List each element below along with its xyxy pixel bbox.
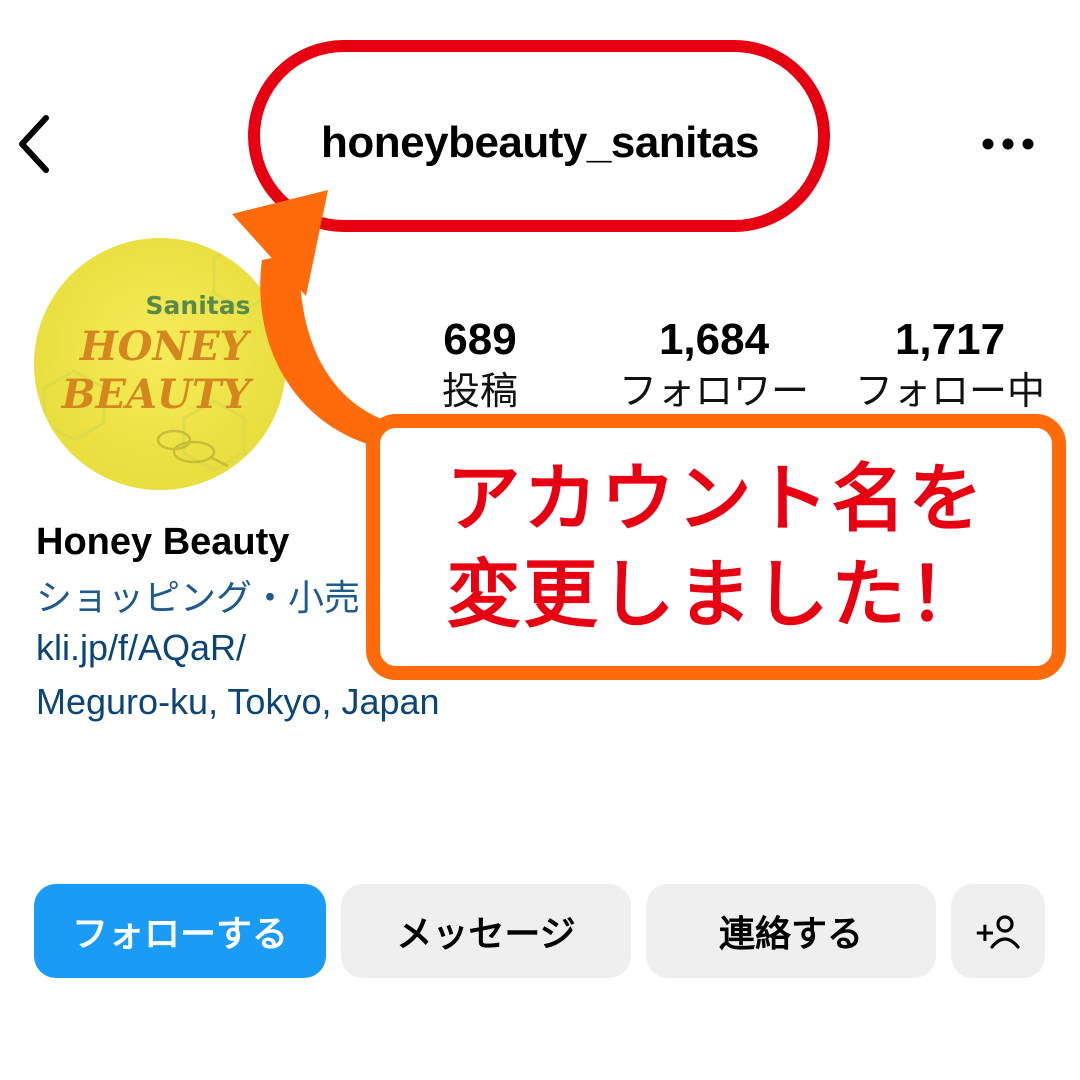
message-button[interactable]: メッセージ — [341, 884, 631, 978]
stat-following[interactable]: 1,717 フォロー中 — [840, 312, 1060, 416]
more-options-button[interactable] — [968, 116, 1048, 172]
profile-location[interactable]: Meguro-ku, Tokyo, Japan — [36, 678, 440, 726]
stat-following-value: 1,717 — [894, 315, 1006, 364]
stat-following-label: フォロー中 — [854, 371, 1045, 413]
stat-followers-label: フォロワー — [618, 371, 809, 413]
add-person-plus: + — [974, 918, 996, 948]
stat-followers[interactable]: 1,684 フォロワー — [604, 312, 824, 416]
stat-posts-label: 投稿 — [441, 371, 518, 413]
stat-posts[interactable]: 689 投稿 — [370, 312, 590, 416]
profile-display-name: Honey Beauty — [36, 521, 290, 563]
chevron-left-icon — [19, 115, 49, 173]
add-person-icon: + — [974, 915, 1020, 949]
profile-link[interactable]: kli.jp/f/AQaR/ — [36, 624, 246, 672]
profile-username: honeybeauty_sanitas — [321, 118, 760, 167]
annotation-callout: アカウント名を 変更しました！ — [366, 414, 1066, 680]
follow-button[interactable]: フォローする — [34, 884, 326, 978]
add-person-button[interactable]: + — [951, 884, 1045, 978]
contact-button[interactable]: 連絡する — [646, 884, 936, 978]
stat-followers-value: 1,684 — [658, 315, 770, 364]
callout-line-2: 変更しました！ — [446, 553, 986, 636]
callout-line-1: アカウント名を — [446, 457, 986, 540]
stat-posts-value: 689 — [443, 315, 517, 364]
back-button[interactable] — [8, 108, 60, 180]
profile-category: ショッピング・小売 — [36, 577, 361, 618]
more-horizontal-icon — [982, 138, 1034, 150]
profile-avatar[interactable] — [34, 238, 286, 490]
